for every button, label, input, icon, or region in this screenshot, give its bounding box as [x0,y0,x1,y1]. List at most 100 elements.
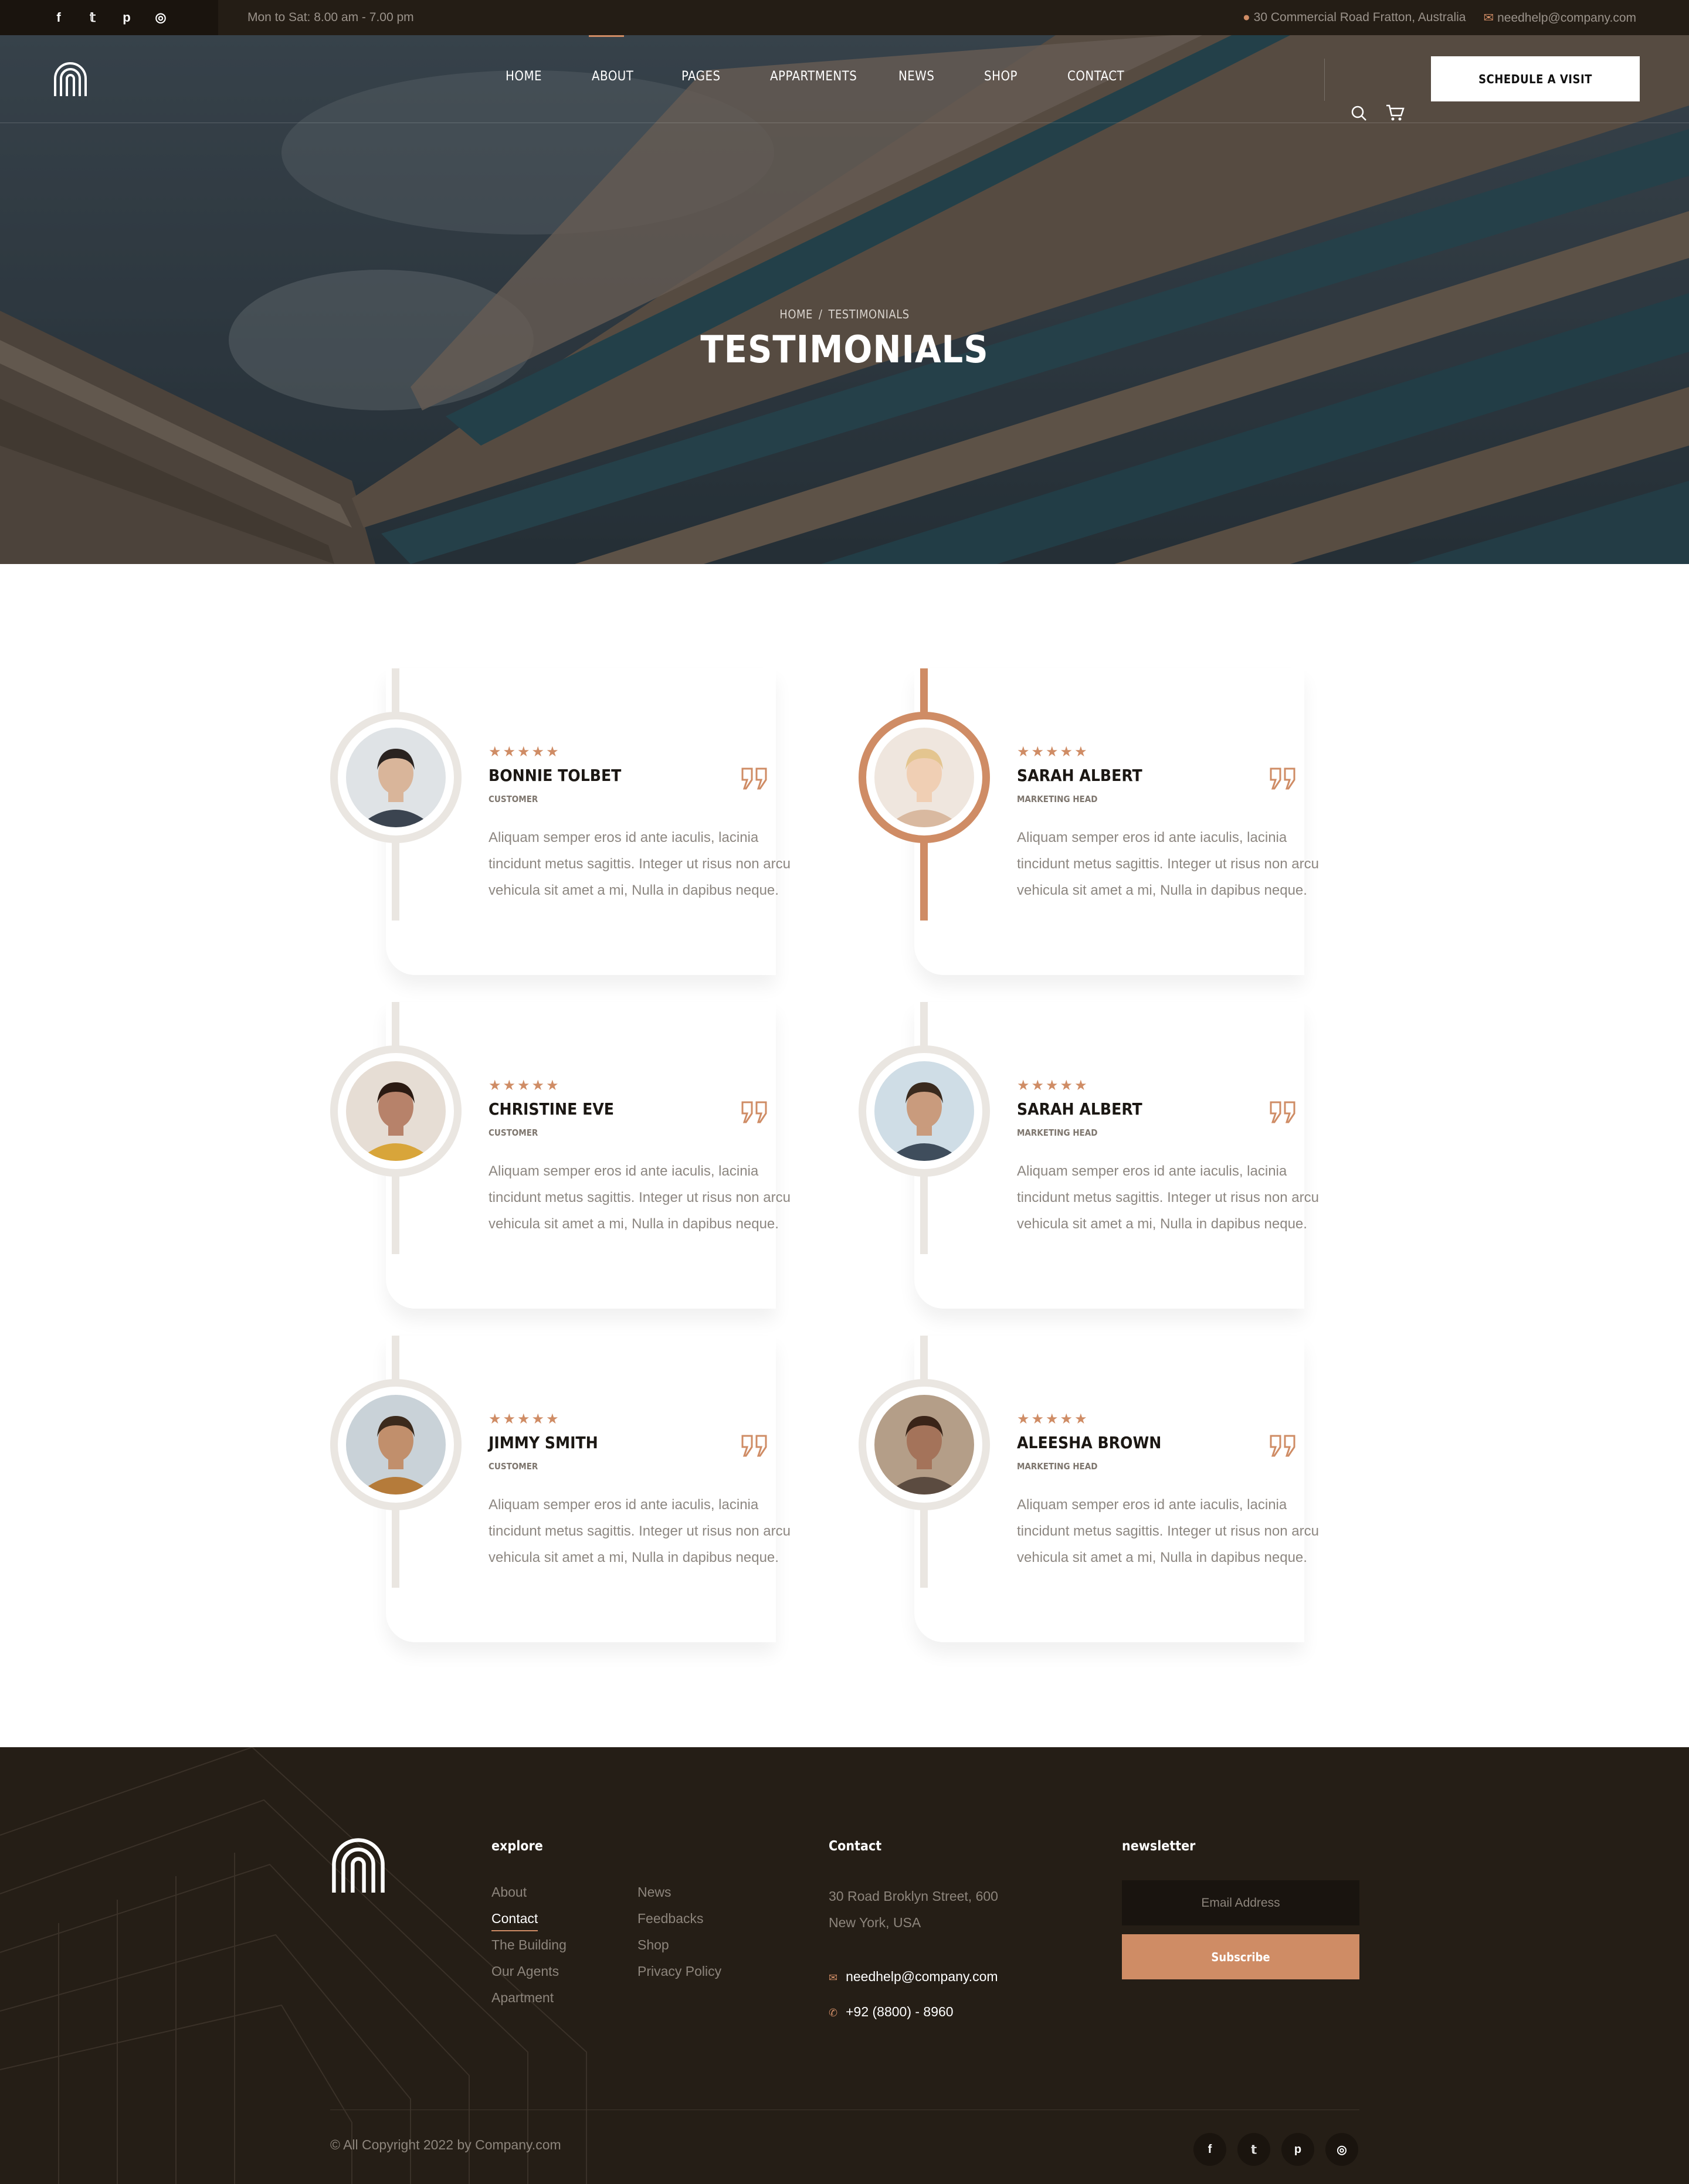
testimonial-text: Aliquam semper eros id ante iaculis, lac… [1017,1163,1319,1232]
avatar-ring [330,712,462,843]
page-hero: Home About Pages Appartments News Shop C… [0,35,1689,564]
menu-item-shop[interactable]: Shop [984,69,1018,84]
avatar [874,1061,974,1161]
quote-icon [741,1101,767,1123]
rating-stars: ★★★★★ [489,1078,561,1093]
testimonial-panel [914,1336,1304,1642]
rating-stars: ★★★★★ [1017,1078,1089,1093]
footer-address-line2: New York, USA [829,1915,921,1930]
twitter-icon[interactable]: 𝕥 [1237,2133,1270,2166]
footer-email[interactable]: ✉ needhelp@company.com [829,1969,998,1985]
menu-item-news[interactable]: News [898,69,934,84]
top-bar: f 𝕥 p ◎ Mon to Sat: 8.00 am - 7.00 pm ● 3… [0,0,1689,35]
rating-stars: ★★★★★ [489,1411,561,1427]
breadcrumb-home[interactable]: Home [779,307,813,321]
footer-link-feedbacks[interactable]: Feedbacks [637,1911,704,1927]
search-icon[interactable] [1351,105,1367,121]
facebook-icon[interactable]: f [52,10,66,25]
avatar [874,1395,974,1495]
footer-contact-title: Contact [829,1839,882,1854]
avatar-ring [859,1045,990,1177]
testimonial-text: Aliquam semper eros id ante iaculis, lac… [1017,830,1319,898]
testimonial-name: Christine Eve [489,1099,615,1119]
breadcrumb-separator: / [818,307,823,321]
brand-logo[interactable] [53,61,88,96]
testimonial-text: Aliquam semper eros id ante iaculis, lac… [489,1497,791,1565]
footer-newsletter-title: newsletter [1122,1839,1196,1854]
opening-hours: Mon to Sat: 8.00 am - 7.00 pm [247,11,414,24]
avatar-ring [330,1379,462,1510]
menu-active-indicator [589,35,624,37]
testimonial-text: Aliquam semper eros id ante iaculis, lac… [1017,1497,1319,1565]
topbar-email[interactable]: ✉ needhelp@company.com [1483,11,1636,25]
mail-icon: ✉ [1483,11,1494,25]
testimonial-text: Aliquam semper eros id ante iaculis, lac… [489,1163,791,1232]
quote-icon [741,767,767,790]
pinterest-icon[interactable]: p [120,10,134,25]
footer-link-about[interactable]: About [491,1884,527,1900]
footer-explore-title: explore [491,1839,543,1854]
testimonial-name: Sarah Albert [1017,1099,1142,1119]
footer-link-news[interactable]: News [637,1884,671,1900]
quote-icon [1270,767,1295,790]
avatar-ring [859,712,990,843]
avatar [346,1061,446,1161]
newsletter-email-input[interactable] [1122,1880,1359,1925]
testimonial-role: Customer [489,794,538,804]
menu-item-pages[interactable]: Pages [681,69,721,84]
testimonial-name: Jimmy Smith [489,1433,598,1452]
location-pin-icon: ● [1242,11,1250,24]
testimonial-card: ★★★★★ Christine Eve Customer Aliquam sem… [330,1002,791,1309]
footer-link-apartment[interactable]: Apartment [491,1990,554,2006]
copyright-text: © All Copyright 2022 by Company.com [330,2137,561,2152]
testimonial-card: ★★★★★ Sarah Albert Marketing Head Aliqua… [859,1002,1319,1309]
footer-link-shop[interactable]: Shop [637,1937,669,1953]
avatar [346,728,446,827]
footer-address-line1: 30 Road Broklyn Street, 600 [829,1889,998,1904]
footer-phone[interactable]: ✆ +92 (8800) - 8960 [829,2004,954,2020]
quote-icon [1270,1435,1295,1457]
twitter-icon[interactable]: 𝕥 [86,10,100,25]
footer-phone-text[interactable]: +92 (8800) - 8960 [846,2004,954,2019]
pinterest-icon[interactable]: p [1281,2133,1314,2166]
site-footer: explore About Contact The Building Our A… [0,1747,1689,2184]
footer-link-privacy-policy[interactable]: Privacy Policy [637,1964,721,1979]
testimonial-panel [386,1002,776,1309]
testimonial-role: Marketing Head [1017,1127,1098,1138]
main-navbar: Home About Pages Appartments News Shop C… [0,35,1689,123]
rating-stars: ★★★★★ [1017,744,1089,760]
menu-item-home[interactable]: Home [506,69,542,84]
instagram-icon[interactable]: ◎ [154,10,168,25]
avatar-ring [330,1045,462,1177]
footer-logo[interactable] [330,1836,386,1893]
testimonial-panel [914,668,1304,975]
footer-link-our-agents[interactable]: Our Agents [491,1964,559,1979]
subscribe-button[interactable]: Subscribe [1122,1934,1359,1979]
mail-icon: ✉ [829,1972,838,1983]
avatar [874,728,974,827]
testimonial-panel [386,668,776,975]
testimonial-name: Bonnie Tolbet [489,766,622,785]
footer-link-the-building[interactable]: The Building [491,1937,567,1953]
testimonial-panel [386,1336,776,1642]
page-title: TESTIMONIALS [700,328,989,372]
testimonial-role: Customer [489,1127,538,1138]
phone-icon: ✆ [829,2007,838,2019]
breadcrumb: Home / Testimonials [0,307,1689,321]
quote-icon [1270,1101,1295,1123]
testimonial-card: ★★★★★ Aleesha Brown Marketing Head Aliqu… [859,1336,1319,1642]
facebook-icon[interactable]: f [1193,2133,1226,2166]
menu-item-appartments[interactable]: Appartments [770,69,857,84]
testimonial-role: Marketing Head [1017,794,1098,804]
cart-icon[interactable] [1386,104,1405,121]
schedule-visit-button[interactable]: Schedule a Visit [1431,56,1640,101]
topbar-email-text[interactable]: needhelp@company.com [1497,11,1636,25]
footer-link-contact[interactable]: Contact [491,1911,538,1931]
menu-item-about[interactable]: About [592,69,633,84]
footer-email-text[interactable]: needhelp@company.com [846,1969,998,1984]
instagram-icon[interactable]: ◎ [1325,2133,1358,2166]
rating-stars: ★★★★★ [1017,1411,1089,1427]
topbar-address: ● 30 Commercial Road Fratton, Australia [1243,11,1466,25]
testimonial-card: ★★★★★ Sarah Albert Marketing Head Aliqua… [859,668,1319,975]
menu-item-contact[interactable]: Contact [1067,69,1124,84]
